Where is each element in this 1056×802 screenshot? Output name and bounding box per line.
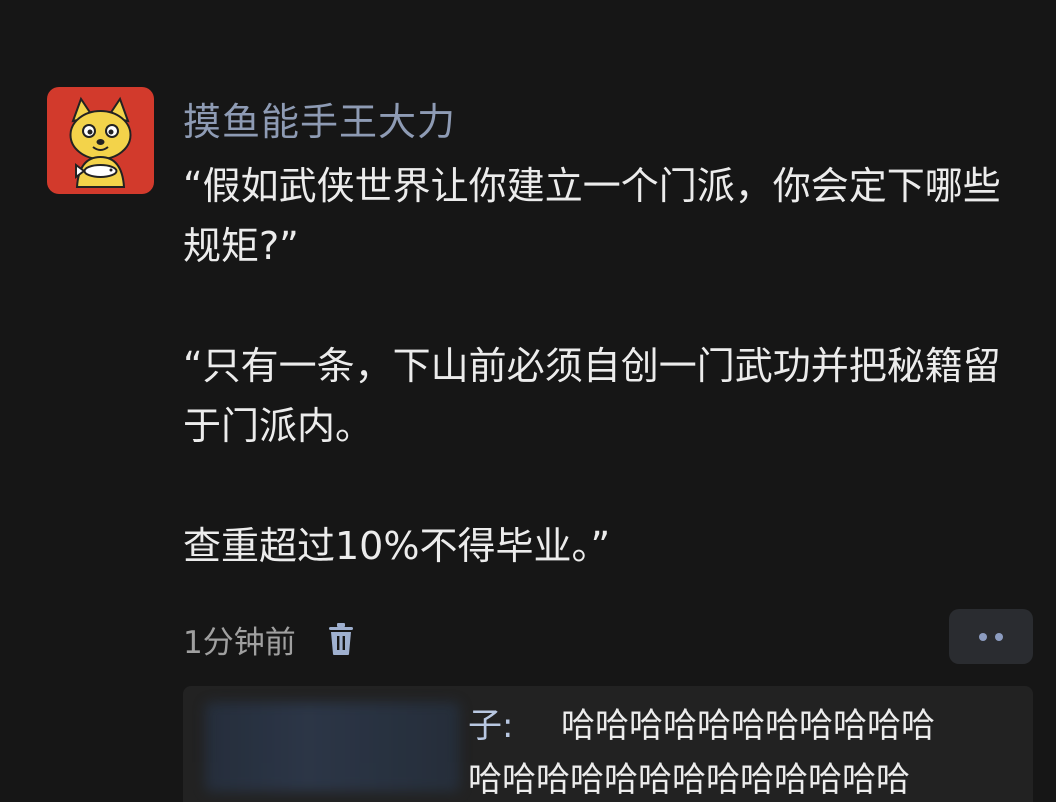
post-paragraph: “假如武侠世界让你建立一个门派，你会定下哪些规矩?”: [183, 164, 1001, 268]
trash-icon[interactable]: [326, 622, 356, 656]
post-paragraph: “只有一条，下山前必须自创一门武功并把秘籍留于门派内。: [183, 344, 1001, 448]
avatar[interactable]: [47, 87, 154, 194]
doge-cat-avatar-icon: [69, 96, 132, 188]
post-content: “假如武侠世界让你建立一个门派，你会定下哪些规矩?” “只有一条，下山前必须自创…: [183, 156, 1033, 576]
username[interactable]: 摸鱼能手王大力: [183, 95, 456, 149]
more-options-button[interactable]: [949, 609, 1033, 664]
reply-text: 哈哈哈哈哈哈哈哈哈哈哈哈哈: [468, 760, 910, 800]
post-paragraph: 查重超过10%不得毕业。”: [183, 524, 611, 568]
reply-preview[interactable]: 子: 哈哈哈哈哈哈哈哈哈哈哈 哈哈哈哈哈哈哈哈哈哈哈哈哈: [183, 686, 1033, 802]
more-dots-icon: [995, 632, 1003, 641]
reply-author[interactable]: 子:: [468, 700, 513, 752]
blurred-region: [205, 702, 460, 792]
post-meta: 1分钟前: [183, 612, 356, 666]
comment-post: 摸鱼能手王大力 “假如武侠世界让你建立一个门派，你会定下哪些规矩?” “只有一条…: [0, 0, 1056, 802]
more-dots-icon: [979, 632, 987, 641]
reply-text: 哈哈哈哈哈哈哈哈哈哈哈: [561, 706, 935, 746]
timestamp: 1分钟前: [183, 624, 296, 661]
